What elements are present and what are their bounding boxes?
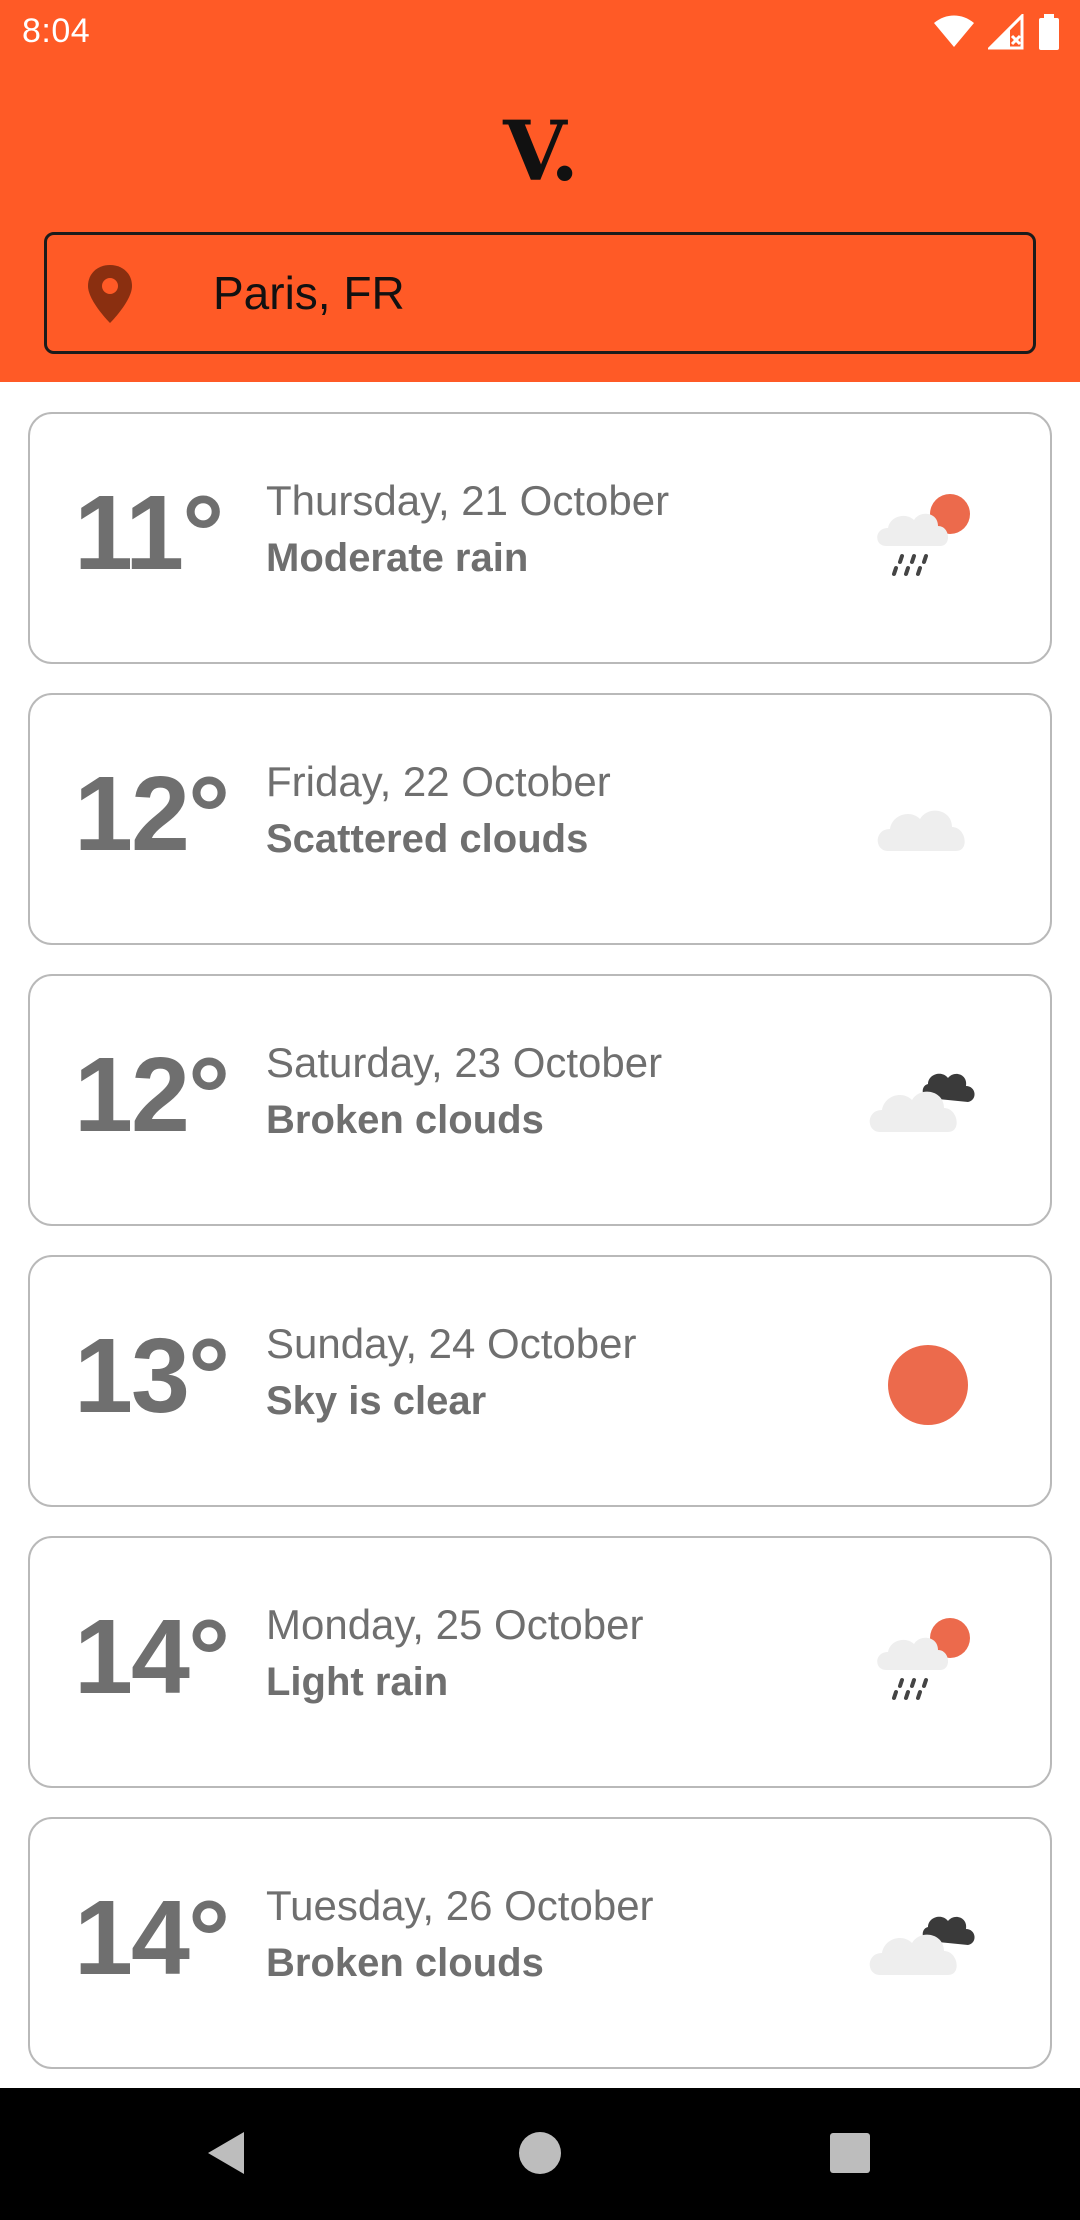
location-pin-icon bbox=[88, 265, 132, 323]
system-nav-bar bbox=[0, 2088, 1080, 2220]
broken-clouds-icon bbox=[869, 1916, 975, 1975]
forecast-temperature: 12° bbox=[74, 755, 230, 873]
forecast-temperature: 14° bbox=[74, 1598, 230, 1716]
app-logo: V. bbox=[503, 104, 579, 200]
recents-icon[interactable] bbox=[828, 2128, 872, 2178]
location-search-input[interactable] bbox=[167, 235, 1007, 351]
home-icon[interactable] bbox=[518, 2128, 562, 2178]
battery-icon bbox=[1039, 14, 1059, 50]
forecast-date: Friday, 22 October bbox=[266, 758, 611, 805]
forecast-card[interactable]: 14° Monday, 25 October Light rain bbox=[28, 1536, 1052, 1788]
forecast-temperature: 11° bbox=[74, 474, 224, 592]
forecast-date: Sunday, 24 October bbox=[266, 1320, 637, 1367]
app-header: 8:04 V. bbox=[0, 0, 1080, 382]
status-time: 8:04 bbox=[22, 12, 91, 50]
status-bar: 8:04 bbox=[0, 0, 1080, 66]
forecast-description: Moderate rain bbox=[266, 536, 529, 580]
forecast-description: Sky is clear bbox=[266, 1379, 487, 1423]
forecast-description: Broken clouds bbox=[266, 1941, 544, 1985]
forecast-date: Tuesday, 26 October bbox=[266, 1882, 654, 1929]
broken-clouds-icon bbox=[869, 1073, 975, 1132]
cloud-icon bbox=[877, 810, 965, 851]
forecast-temperature: 14° bbox=[74, 1879, 230, 1997]
sun-icon bbox=[888, 1345, 968, 1425]
forecast-temperature: 13° bbox=[74, 1317, 230, 1435]
cell-signal-icon bbox=[988, 14, 1024, 50]
forecast-date: Thursday, 21 October bbox=[266, 477, 670, 524]
forecast-temperature: 12° bbox=[74, 1036, 230, 1154]
forecast-description: Light rain bbox=[266, 1660, 449, 1704]
forecast-description: Broken clouds bbox=[266, 1098, 544, 1142]
forecast-card[interactable]: 14° Tuesday, 26 October Broken clouds bbox=[28, 1817, 1052, 2069]
rain-sun-icon bbox=[877, 1618, 970, 1700]
back-icon[interactable] bbox=[204, 2128, 248, 2178]
forecast-card[interactable]: 11° Thursday, 21 October Moderate rain bbox=[28, 412, 1052, 664]
status-icons bbox=[934, 14, 1060, 50]
forecast-date: Monday, 25 October bbox=[266, 1601, 644, 1648]
forecast-description: Scattered clouds bbox=[266, 817, 589, 861]
location-search-box[interactable] bbox=[44, 232, 1036, 354]
forecast-list[interactable]: 11° Thursday, 21 October Moderate rain 1… bbox=[0, 382, 1080, 2088]
forecast-card[interactable]: 13° Sunday, 24 October Sky is clear bbox=[28, 1255, 1052, 1507]
wifi-icon bbox=[934, 15, 974, 47]
rain-sun-icon bbox=[877, 494, 970, 576]
forecast-date: Saturday, 23 October bbox=[266, 1039, 663, 1086]
forecast-card[interactable]: 12° Friday, 22 October Scattered clouds bbox=[28, 693, 1052, 945]
forecast-card[interactable]: 12° Saturday, 23 October Broken clouds bbox=[28, 974, 1052, 1226]
